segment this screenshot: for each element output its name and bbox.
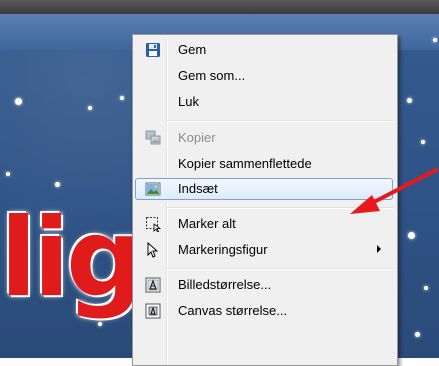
menu-item-billedstorrelse[interactable]: Billedstørrelse... [135,274,393,296]
image-size-icon [145,277,161,293]
select-all-icon [145,216,162,233]
window-top-bar [0,0,439,14]
context-menu: Gem Gem som... Luk Kopier Kopier sammenf… [132,34,398,366]
menu-item-label: Gem som... [178,68,246,83]
paste-image-icon [145,181,161,197]
menu-item-gem-som[interactable]: Gem som... [135,65,393,87]
menu-item-label: Gem [178,42,207,57]
snowflake [415,332,420,337]
snowflake [408,232,415,239]
menu-item-kopier: Kopier [135,127,393,149]
menu-item-markeringsfigur[interactable]: Markeringsfigur [135,239,393,261]
snowflake [120,96,124,100]
submenu-arrow-icon [377,245,381,253]
snowflake [98,322,102,326]
canvas-title-text: lig [0,196,143,321]
menu-item-kopier-sammenflettede[interactable]: Kopier sammenflettede [135,153,393,175]
menu-item-luk[interactable]: Luk [135,91,393,113]
snowflake [55,182,60,187]
snowflake [407,98,412,103]
menu-separator [167,207,393,209]
snowflake [88,106,92,110]
menu-item-label: Indsæt [178,181,218,196]
menu-item-marker-alt[interactable]: Marker alt [135,213,393,235]
snowflake [424,286,428,290]
menu-item-label: Kopier sammenflettede [178,156,312,171]
floppy-disk-icon [145,42,161,58]
menu-item-indsaet[interactable]: Indsæt [135,178,393,200]
menu-item-canvas-storrelse[interactable]: Canvas størrelse... [135,300,393,322]
copy-icon [145,130,161,146]
snowflake [15,98,22,105]
menu-item-label: Luk [178,94,199,109]
menu-item-label: Canvas størrelse... [178,303,288,318]
menu-item-label: Billedstørrelse... [178,277,272,292]
snowflake [6,172,10,176]
menu-item-label: Marker alt [178,216,236,231]
menu-separator [167,120,393,122]
snowflake [421,140,425,144]
cursor-arrow-icon [145,241,161,258]
menu-item-label: Markeringsfigur [178,242,268,257]
snowflake [433,38,437,42]
menu-separator [167,268,393,270]
canvas-size-icon [145,303,161,319]
menu-item-label: Kopier [178,130,216,145]
menu-item-gem[interactable]: Gem [135,39,393,61]
